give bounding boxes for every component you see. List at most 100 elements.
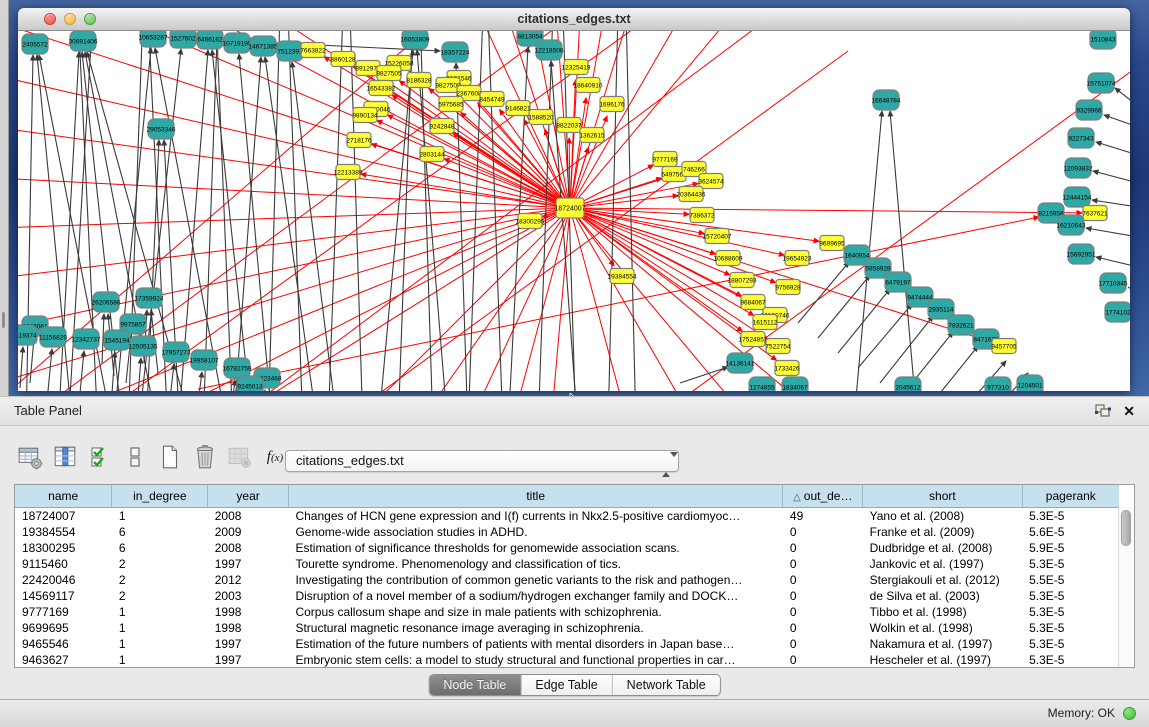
graph-node[interactable]: 8860128 (330, 52, 356, 67)
graph-node[interactable]: 16648784 (872, 90, 901, 110)
graph-node[interactable]: 18357224 (441, 42, 470, 62)
graph-node[interactable]: 8454749 (479, 92, 505, 107)
table-row[interactable]: 977716911998Corpus callosum shape and si… (15, 604, 1119, 620)
graph-node[interactable]: 9245013 (237, 376, 263, 391)
graph-node[interactable]: 9457705 (991, 339, 1017, 354)
graph-node[interactable]: 9329966 (1076, 100, 1102, 120)
graph-node[interactable]: 2405572 (22, 34, 48, 54)
graph-node[interactable]: 11156829 (39, 327, 67, 347)
graph-node[interactable]: 10653287 (139, 31, 168, 47)
graph-node[interactable]: 1588520 (528, 110, 554, 125)
graph-node[interactable]: 10719195 (223, 33, 252, 53)
graph-node[interactable]: 1774102 (1105, 302, 1130, 322)
graph-node[interactable]: 12342737 (72, 329, 101, 349)
graph-node[interactable]: 9227343 (1068, 128, 1094, 148)
graph-node[interactable]: 2803144 (419, 147, 445, 162)
tab-network-table[interactable]: Network Table (613, 675, 720, 695)
network-window[interactable]: citations_edges.txt 2405572 30691406 10653… (18, 8, 1130, 391)
graph-node[interactable]: 7637621 (1082, 206, 1108, 221)
graph-node[interactable]: 30691406 (69, 31, 98, 51)
graph-node[interactable]: 14671385 (249, 36, 278, 56)
graph-node[interactable]: 14136141 (726, 353, 755, 373)
column-header-title[interactable]: title (288, 485, 782, 508)
table-row[interactable]: 1872400712008Changes of HCN gene express… (15, 508, 1119, 525)
close-window-button[interactable] (44, 13, 56, 25)
graph-node[interactable]: 19384554 (608, 269, 637, 284)
graph-node[interactable]: 7522754 (765, 339, 791, 354)
graph-node[interactable]: 1733426 (774, 361, 800, 376)
graph-node[interactable]: 17957273 (162, 342, 191, 362)
graph-node[interactable]: 7663822 (300, 43, 326, 58)
graph-node[interactable]: 17359924 (135, 288, 164, 308)
graph-node[interactable]: 19958107 (190, 350, 219, 370)
table-row[interactable]: 1938455462009Genome-wide association stu… (15, 524, 1119, 540)
table-row[interactable]: 2242004622012Investigating the contribut… (15, 572, 1119, 588)
graph-node[interactable]: 12444154 (1063, 187, 1092, 207)
graph-node[interactable]: 16053809 (401, 31, 430, 49)
graph-node[interactable]: 9699695 (819, 236, 845, 251)
graph-node[interactable]: 6479197 (885, 272, 911, 292)
network-window-titlebar[interactable]: citations_edges.txt (18, 8, 1130, 31)
graph-node[interactable]: 16782759 (223, 358, 252, 378)
graph-node[interactable]: 1615112 (753, 315, 778, 330)
tab-node-table[interactable]: Node Table (429, 675, 521, 695)
graph-node[interactable]: 12325419 (562, 60, 591, 75)
graph-node[interactable]: 1834067 (782, 377, 808, 391)
select-all-button[interactable] (86, 443, 114, 471)
table-panel-header[interactable]: Table Panel ✕ (0, 396, 1149, 426)
graph-node[interactable]: 2718176 (346, 133, 372, 148)
graph-node[interactable]: 26206586 (92, 292, 121, 312)
show-column-button[interactable] (51, 443, 79, 471)
graph-node[interactable]: 9319374 (18, 325, 37, 345)
table-settings-button[interactable] (16, 443, 44, 471)
graph-node[interactable]: 18640910 (574, 78, 603, 93)
graph-node[interactable]: 12505135 (129, 336, 158, 356)
graph-node[interactable]: 15692951 (1067, 244, 1096, 264)
graph-node[interactable]: 8186328 (406, 73, 432, 88)
graph-node[interactable]: 1362615 (579, 128, 605, 143)
graph-node[interactable]: 1274855 (749, 377, 775, 391)
unselect-all-button[interactable] (121, 443, 149, 471)
graph-node[interactable]: 7386372 (689, 208, 715, 223)
graph-node[interactable]: 2045612 (895, 377, 921, 391)
graph-node[interactable]: 9684067 (740, 295, 766, 310)
graph-node[interactable]: 9242848 (429, 119, 455, 134)
table-scrollbar-thumb[interactable] (1121, 510, 1131, 546)
column-header-short[interactable]: short (863, 485, 1022, 508)
graph-node[interactable]: 12093832 (1064, 158, 1093, 178)
splitter-grip[interactable] (2, 312, 5, 328)
zoom-window-button[interactable] (84, 13, 96, 25)
graph-node[interactable]: 19654923 (783, 251, 812, 266)
float-panel-icon[interactable] (1095, 404, 1111, 418)
graph-node[interactable]: 12213389 (334, 165, 363, 180)
create-column-button[interactable] (156, 443, 184, 471)
graph-node[interactable]: 9890134 (352, 108, 378, 123)
control-panel-edge[interactable] (0, 0, 9, 396)
graph-node[interactable]: 1204501 (1017, 375, 1043, 391)
delete-table-button[interactable] (226, 443, 254, 471)
graph-node[interactable]: 9777169 (652, 152, 678, 167)
graph-node[interactable]: 7832621 (948, 315, 974, 335)
graph-node[interactable]: 9146821 (505, 101, 531, 116)
column-header-out_de[interactable]: △out_de… (783, 485, 863, 508)
status-bar[interactable]: Memory: OK (0, 699, 1149, 727)
graph-node[interactable]: 18724007 (554, 198, 585, 218)
table-row[interactable]: 911546021997Tourette syndrome. Phenomeno… (15, 556, 1119, 572)
graph-node[interactable]: 18807293 (728, 273, 757, 288)
table-row[interactable]: 1830029562008Estimation of significance … (15, 540, 1119, 556)
table-row[interactable]: 946362711997Embryonic stem cells: a mode… (15, 652, 1119, 668)
table-row[interactable]: 969969511998Structural magnetic resonanc… (15, 620, 1119, 636)
column-header-name[interactable]: name (15, 485, 112, 508)
graph-node[interactable]: 29053346 (147, 119, 176, 139)
graph-node[interactable]: 16210643 (1057, 215, 1086, 235)
tab-edge-table[interactable]: Edge Table (521, 675, 612, 695)
graph-node[interactable]: 20364436 (677, 187, 706, 202)
graph-node[interactable]: 1510843 (1090, 31, 1116, 49)
graph-node[interactable]: 17524851 (739, 332, 768, 347)
graph-node[interactable]: 17710345 (1099, 273, 1128, 293)
delete-column-button[interactable] (191, 443, 219, 471)
graph-node[interactable]: 5975685 (438, 97, 464, 112)
graph-node[interactable]: 8822037 (556, 118, 582, 133)
graph-node[interactable]: 1545194 (104, 330, 130, 350)
column-header-in_degree[interactable]: in_degree (112, 485, 208, 508)
